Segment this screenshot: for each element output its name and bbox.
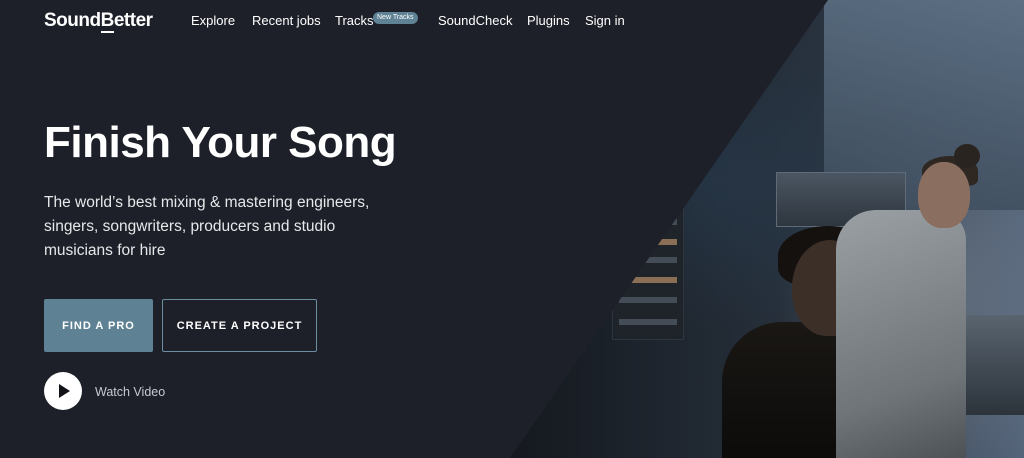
- top-nav: SoundBetter Explore Recent jobs Tracks N…: [0, 0, 1024, 40]
- soundbetter-logo[interactable]: SoundBetter: [44, 10, 153, 33]
- nav-soundcheck[interactable]: SoundCheck: [438, 13, 512, 28]
- watch-video-link[interactable]: Watch Video: [95, 385, 165, 399]
- create-a-project-button[interactable]: CREATE A PROJECT: [162, 299, 317, 352]
- hero-subtitle: The world’s best mixing & mastering engi…: [44, 194, 370, 259]
- play-video-button[interactable]: [44, 372, 82, 410]
- nav-sign-in[interactable]: Sign in: [585, 13, 625, 28]
- standing-engineer-head: [918, 162, 970, 228]
- nav-plugins[interactable]: Plugins: [527, 13, 570, 28]
- nav-explore[interactable]: Explore: [191, 13, 235, 28]
- new-tracks-badge: New Tracks: [373, 12, 418, 24]
- find-a-pro-button[interactable]: FIND A PRO: [44, 299, 153, 352]
- nav-tracks[interactable]: Tracks: [335, 13, 374, 28]
- standing-engineer-bun: [954, 144, 980, 168]
- nav-recent-jobs[interactable]: Recent jobs: [252, 13, 321, 28]
- standing-engineer: [836, 144, 980, 458]
- hero-title: Finish Your Song: [44, 118, 397, 167]
- rack-unit: [619, 297, 677, 303]
- standing-engineer-body: [836, 210, 966, 458]
- rack-unit: [619, 319, 677, 325]
- play-icon: [59, 384, 70, 398]
